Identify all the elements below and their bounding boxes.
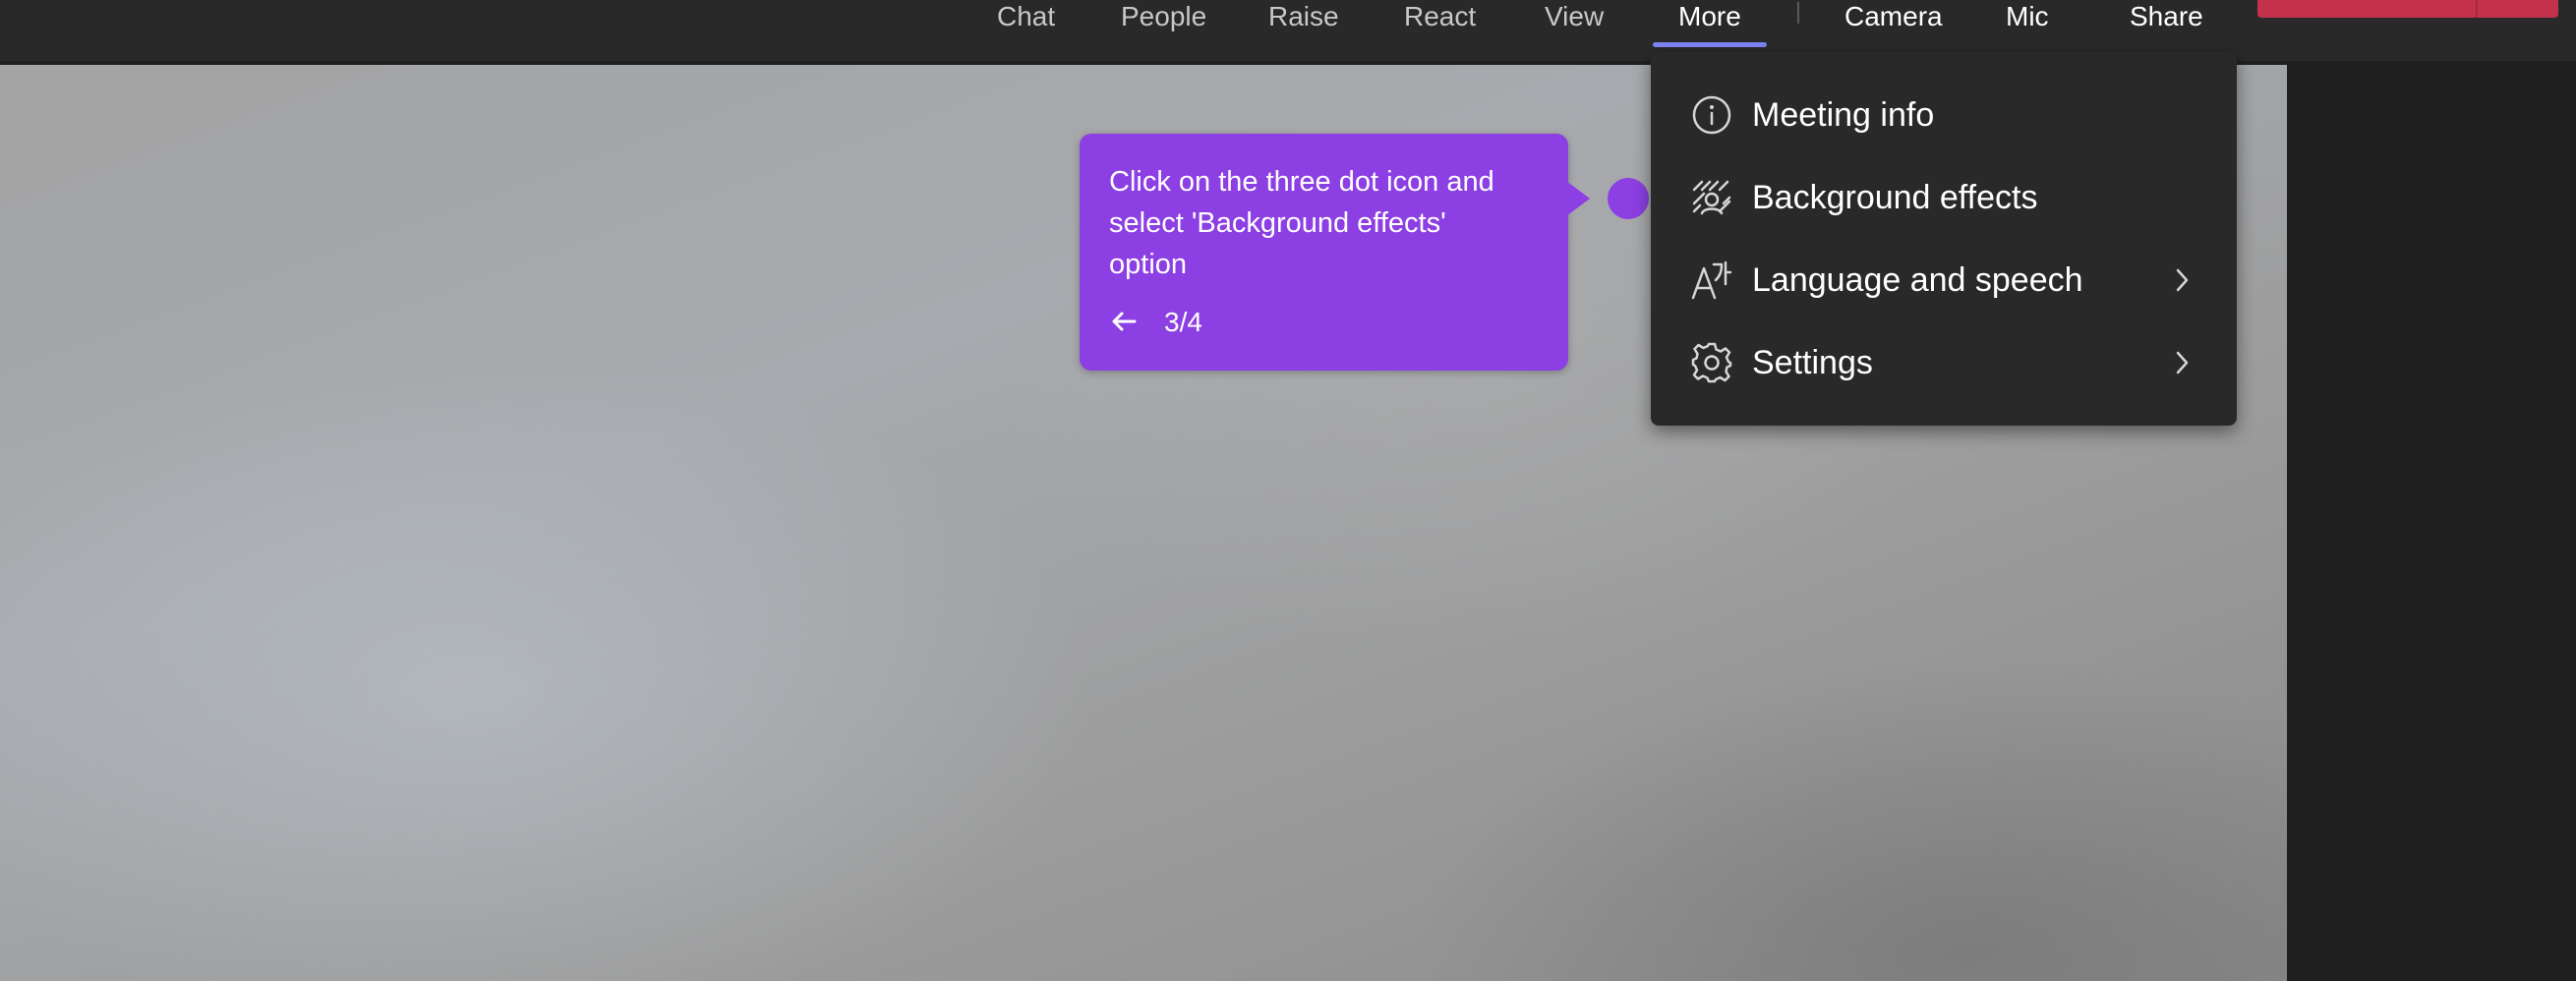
tooltip-text: Click on the three dot icon and select '… <box>1109 166 1494 280</box>
side-panel <box>2287 65 2576 981</box>
chat-button[interactable]: Chat <box>997 0 1055 39</box>
menu-item-label: Language and speech <box>1752 261 2083 299</box>
language-icon <box>1690 259 1733 302</box>
chevron-right-icon <box>2170 264 2194 296</box>
camera-button[interactable]: Camera <box>1844 0 1943 39</box>
menu-item-label: Background effects <box>1752 179 2038 216</box>
toolbar-divider <box>1797 2 1799 24</box>
mic-button[interactable]: Mic <box>2006 0 2049 39</box>
more-button[interactable]: More <box>1678 0 1741 39</box>
menu-item-language-and-speech[interactable]: Language and speech <box>1651 239 2237 321</box>
gear-icon <box>1690 341 1733 384</box>
more-menu: Meeting info Background effects Language… <box>1651 52 2237 426</box>
info-icon <box>1690 93 1733 137</box>
menu-item-background-effects[interactable]: Background effects <box>1651 156 2237 239</box>
raise-hand-button[interactable]: Raise <box>1268 0 1339 39</box>
view-button[interactable]: View <box>1545 0 1604 39</box>
share-button[interactable]: Share <box>2130 0 2203 39</box>
tooltip-step-counter: 3/4 <box>1164 307 1202 337</box>
guide-tooltip: Click on the three dot icon and select '… <box>1080 134 1568 371</box>
background-effects-icon <box>1690 176 1733 219</box>
menu-item-label: Settings <box>1752 344 1873 381</box>
hotspot-beacon[interactable] <box>1608 178 1649 219</box>
menu-item-label: Meeting info <box>1752 96 1935 134</box>
chevron-right-icon <box>2170 347 2194 378</box>
meeting-window: Chat People Raise React View More Camera… <box>0 0 2576 981</box>
leave-button-divider <box>2476 0 2478 18</box>
menu-item-meeting-info[interactable]: Meeting info <box>1651 74 2237 156</box>
tooltip-pointer <box>1566 181 1590 216</box>
menu-item-settings[interactable]: Settings <box>1651 321 2237 404</box>
people-button[interactable]: People <box>1121 0 1206 39</box>
more-active-indicator <box>1653 42 1767 47</box>
react-button[interactable]: React <box>1404 0 1476 39</box>
leave-button[interactable] <box>2257 0 2558 18</box>
back-arrow-icon[interactable] <box>1107 305 1141 338</box>
